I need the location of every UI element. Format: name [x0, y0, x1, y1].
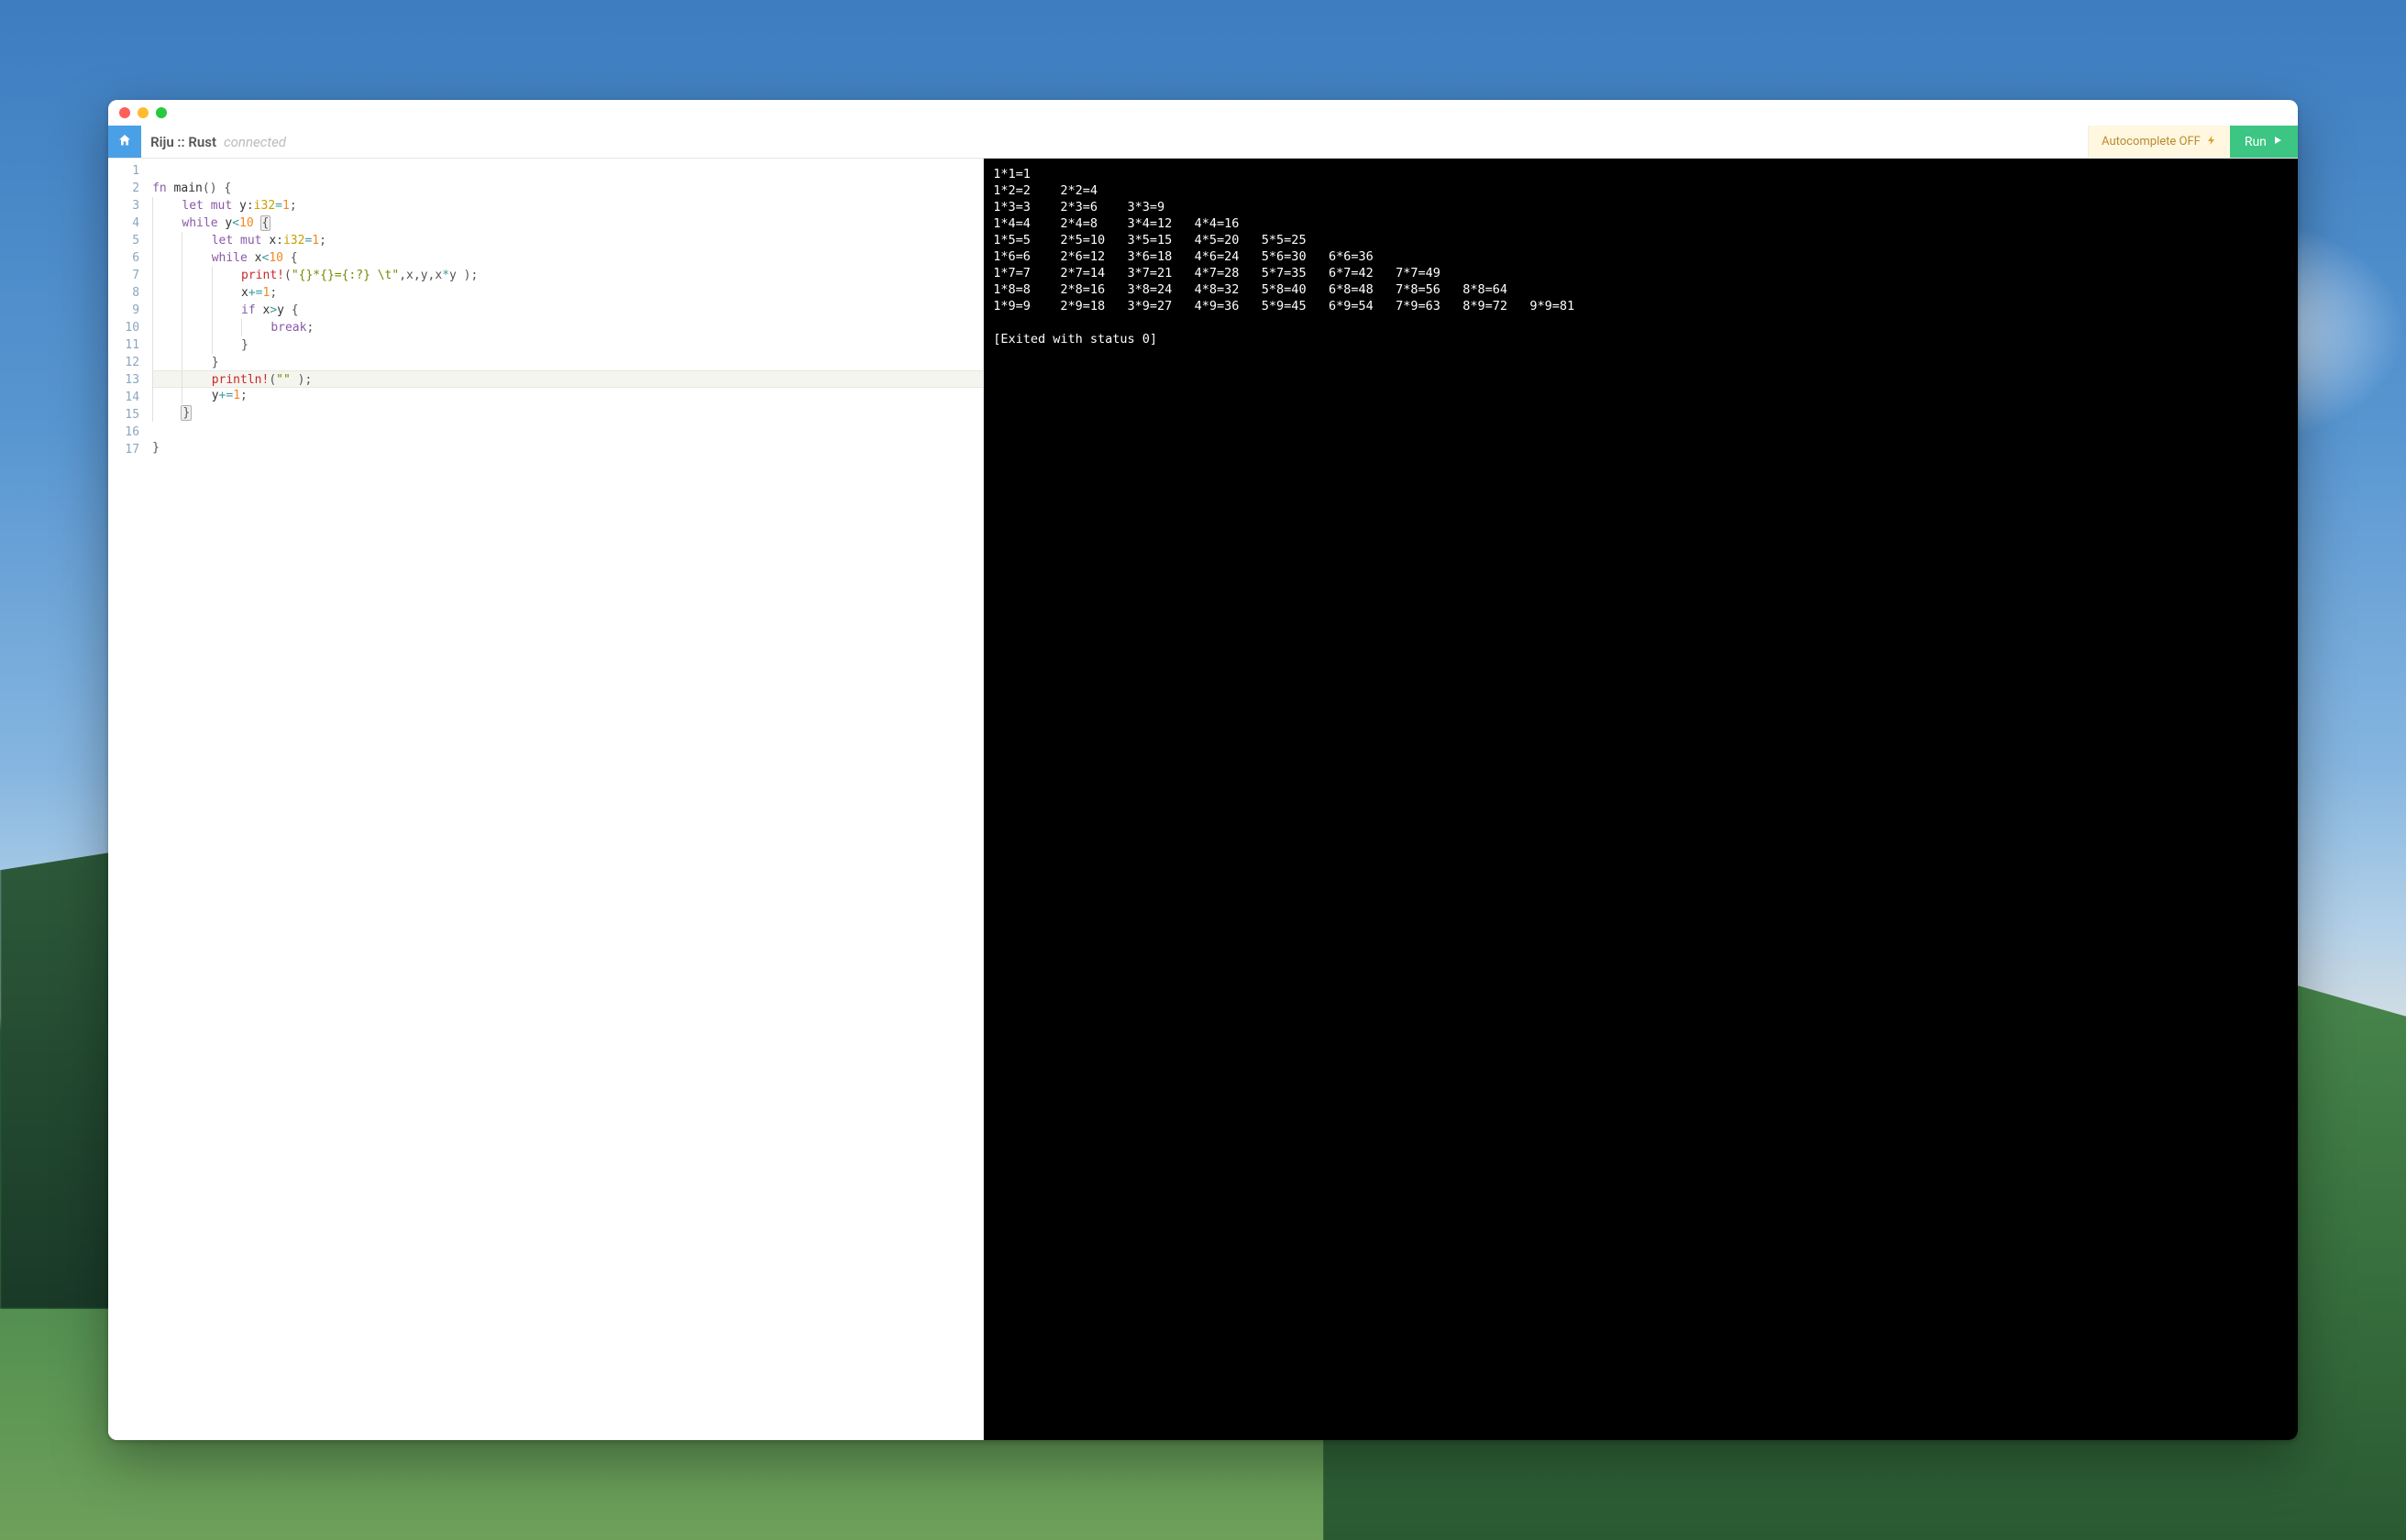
home-button[interactable] [108, 126, 141, 158]
app-window: Riju :: Rust connected Autocomplete OFF … [108, 100, 2298, 1440]
line-number: 13 [108, 371, 139, 389]
page-title: Riju :: Rust [150, 134, 216, 150]
code-editor[interactable]: 1234567891011121314151617 fn main() { le… [108, 159, 984, 1440]
code-line[interactable]: y+=1; [152, 387, 983, 404]
run-button[interactable]: Run [2230, 126, 2298, 158]
code-line[interactable]: break; [152, 319, 983, 336]
code-line[interactable]: while x<10 { [152, 249, 983, 267]
line-number: 11 [108, 336, 139, 354]
code-line[interactable] [152, 422, 983, 439]
toolbar: Riju :: Rust connected Autocomplete OFF … [108, 126, 2298, 159]
code-line[interactable]: fn main() { [152, 180, 983, 197]
code-line[interactable] [152, 162, 983, 180]
zoom-icon[interactable] [156, 107, 167, 118]
code-line[interactable]: } [152, 404, 983, 422]
line-number: 17 [108, 441, 139, 458]
code-line[interactable]: if x>y { [152, 302, 983, 319]
connection-status: connected [224, 134, 286, 150]
line-number: 12 [108, 354, 139, 371]
line-number-gutter: 1234567891011121314151617 [108, 159, 147, 1440]
run-label: Run [2245, 135, 2267, 149]
code-line[interactable]: let mut y:i32=1; [152, 197, 983, 214]
line-number: 7 [108, 267, 139, 284]
code-line[interactable]: print!("{}*{}={:?} \t",x,y,x*y ); [152, 267, 983, 284]
line-number: 14 [108, 389, 139, 406]
minimize-icon[interactable] [138, 107, 149, 118]
line-number: 5 [108, 232, 139, 249]
code-line[interactable]: x+=1; [152, 284, 983, 302]
code-line[interactable]: println!("" ); [152, 370, 983, 388]
close-icon[interactable] [119, 107, 130, 118]
line-number: 15 [108, 406, 139, 424]
code-line[interactable]: } [152, 354, 983, 371]
lightning-icon [2206, 134, 2217, 150]
code-area[interactable]: fn main() { let mut y:i32=1; while y<10 … [147, 159, 983, 1440]
page-title-block: Riju :: Rust connected [141, 126, 295, 158]
terminal-output[interactable]: 1*1=1 1*2=2 2*2=4 1*3=3 2*3=6 3*3=9 1*4=… [984, 159, 2298, 1440]
code-line[interactable]: } [152, 336, 983, 354]
code-line[interactable]: while y<10 { [152, 214, 983, 232]
line-number: 4 [108, 214, 139, 232]
code-line[interactable]: } [152, 439, 983, 456]
line-number: 2 [108, 180, 139, 197]
panes: 1234567891011121314151617 fn main() { le… [108, 159, 2298, 1440]
play-icon [2272, 135, 2283, 149]
home-icon [117, 133, 132, 151]
line-number: 6 [108, 249, 139, 267]
line-number: 3 [108, 197, 139, 214]
line-number: 16 [108, 424, 139, 441]
window-titlebar[interactable] [108, 100, 2298, 126]
line-number: 10 [108, 319, 139, 336]
line-number: 9 [108, 302, 139, 319]
code-line[interactable]: let mut x:i32=1; [152, 232, 983, 249]
autocomplete-toggle-button[interactable]: Autocomplete OFF [2088, 126, 2230, 158]
line-number: 1 [108, 162, 139, 180]
line-number: 8 [108, 284, 139, 302]
autocomplete-label: Autocomplete OFF [2102, 135, 2201, 148]
